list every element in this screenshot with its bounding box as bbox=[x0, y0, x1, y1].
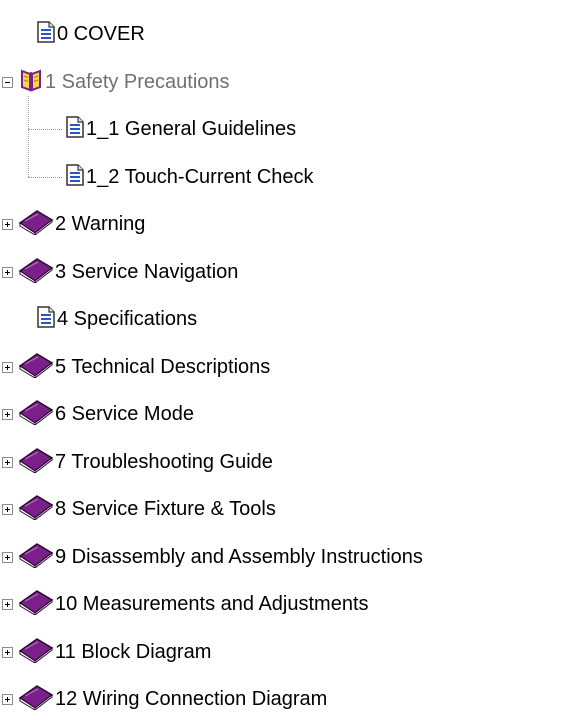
closed-book-icon bbox=[18, 352, 54, 383]
expand-toggle-service-navigation[interactable] bbox=[2, 267, 13, 278]
closed-book-icon bbox=[18, 542, 54, 573]
tree-item-wiring[interactable]: 12 Wiring Connection Diagram bbox=[18, 679, 327, 719]
expand-toggle-service-mode[interactable] bbox=[2, 409, 13, 420]
tree-item-troubleshooting[interactable]: 7 Troubleshooting Guide bbox=[18, 442, 273, 482]
tree-item-label: 10 Measurements and Adjustments bbox=[55, 593, 369, 615]
tree-item-label: 4 Specifications bbox=[57, 308, 198, 330]
closed-book-icon bbox=[18, 589, 54, 620]
document-icon bbox=[36, 305, 56, 333]
tree-item-label: 1_2 Touch-Current Check bbox=[86, 166, 314, 188]
closed-book-icon bbox=[18, 447, 54, 478]
expand-toggle-troubleshooting[interactable] bbox=[2, 457, 13, 468]
expand-toggle-measurements[interactable] bbox=[2, 599, 13, 610]
document-icon bbox=[65, 115, 85, 143]
closed-book-icon bbox=[18, 209, 54, 240]
expand-toggle-wiring[interactable] bbox=[2, 694, 13, 705]
expand-toggle-disassembly[interactable] bbox=[2, 552, 13, 563]
collapse-toggle-safety[interactable] bbox=[2, 77, 13, 88]
tree-connector-line bbox=[28, 96, 29, 177]
toc-tree: 0 COVER 1 Safety Precautions 1_1 General… bbox=[0, 0, 568, 720]
closed-book-icon bbox=[18, 684, 54, 715]
closed-book-icon bbox=[18, 399, 54, 430]
tree-item-label: 9 Disassembly and Assembly Instructions bbox=[55, 546, 423, 568]
expand-toggle-warning[interactable] bbox=[2, 219, 13, 230]
tree-item-warning[interactable]: 2 Warning bbox=[18, 204, 145, 244]
tree-item-label: 12 Wiring Connection Diagram bbox=[55, 688, 328, 710]
tree-item-service-mode[interactable]: 6 Service Mode bbox=[18, 394, 194, 434]
tree-item-measurements[interactable]: 10 Measurements and Adjustments bbox=[18, 584, 369, 624]
tree-item-disassembly[interactable]: 9 Disassembly and Assembly Instructions bbox=[18, 537, 423, 577]
tree-item-label: 1_1 General Guidelines bbox=[86, 118, 297, 140]
tree-item-block-diagram[interactable]: 11 Block Diagram bbox=[18, 632, 211, 672]
expand-toggle-block-diagram[interactable] bbox=[2, 647, 13, 658]
tree-connector-branch bbox=[28, 177, 62, 178]
tree-item-label: 1 Safety Precautions bbox=[45, 71, 230, 93]
tree-item-service-navigation[interactable]: 3 Service Navigation bbox=[18, 252, 238, 292]
tree-item-label: 11 Block Diagram bbox=[55, 641, 212, 663]
tree-item-label: 3 Service Navigation bbox=[55, 261, 239, 283]
tree-item-label: 8 Service Fixture & Tools bbox=[55, 498, 276, 520]
tree-item-general-guidelines[interactable]: 1_1 General Guidelines bbox=[65, 109, 296, 149]
tree-connector-branch bbox=[28, 129, 62, 130]
tree-item-label: 2 Warning bbox=[55, 213, 146, 235]
tree-item-safety[interactable]: 1 Safety Precautions bbox=[18, 62, 230, 102]
tree-item-label: 6 Service Mode bbox=[55, 403, 194, 425]
tree-item-label: 0 COVER bbox=[57, 23, 145, 45]
expand-toggle-technical-descriptions[interactable] bbox=[2, 362, 13, 373]
open-book-icon bbox=[18, 68, 44, 97]
document-icon bbox=[65, 163, 85, 191]
document-icon bbox=[36, 20, 56, 48]
tree-item-label: 7 Troubleshooting Guide bbox=[55, 451, 273, 473]
tree-item-technical-descriptions[interactable]: 5 Technical Descriptions bbox=[18, 347, 270, 387]
tree-item-touch-current[interactable]: 1_2 Touch-Current Check bbox=[65, 157, 314, 197]
closed-book-icon bbox=[18, 257, 54, 288]
closed-book-icon bbox=[18, 494, 54, 525]
tree-item-cover[interactable]: 0 COVER bbox=[36, 14, 145, 54]
expand-toggle-fixture-tools[interactable] bbox=[2, 504, 13, 515]
tree-item-label: 5 Technical Descriptions bbox=[55, 356, 271, 378]
tree-item-fixture-tools[interactable]: 8 Service Fixture & Tools bbox=[18, 489, 276, 529]
closed-book-icon bbox=[18, 637, 54, 668]
tree-item-specifications[interactable]: 4 Specifications bbox=[36, 299, 197, 339]
